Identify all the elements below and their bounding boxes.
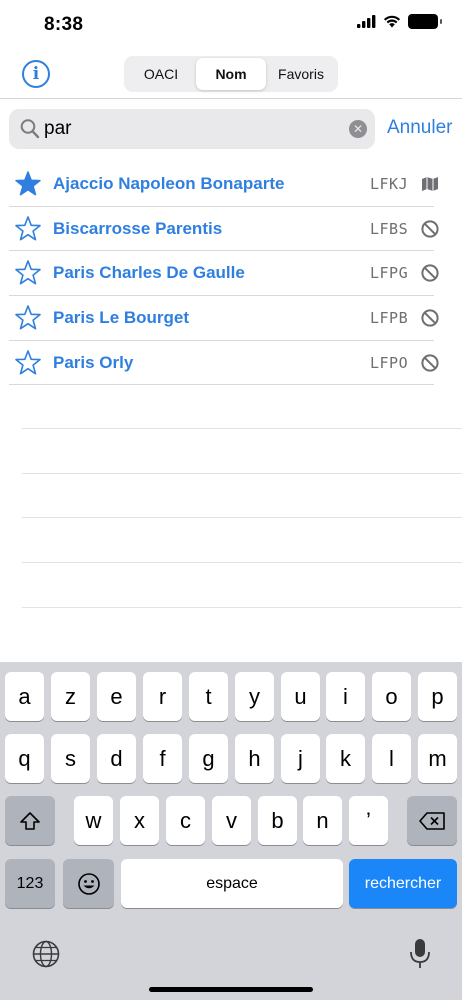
- airport-row[interactable]: Paris Charles De Gaulle LFPG: [0, 251, 462, 297]
- key-f[interactable]: f: [143, 734, 182, 783]
- key-apostrophe[interactable]: ’: [349, 796, 388, 845]
- globe-icon[interactable]: [31, 939, 61, 969]
- key-o[interactable]: o: [372, 672, 411, 721]
- search-field[interactable]: ✕: [9, 109, 375, 149]
- status-bar: 8:38: [0, 0, 462, 50]
- airport-row[interactable]: Paris Orly LFPO: [0, 341, 462, 386]
- empty-list-area: [22, 428, 462, 651]
- favorite-star-outline-icon[interactable]: [14, 349, 42, 377]
- shift-icon: [20, 811, 40, 830]
- search-bar: ✕ Annuler: [0, 109, 462, 151]
- key-e[interactable]: e: [97, 672, 136, 721]
- search-return-key[interactable]: rechercher: [349, 859, 457, 908]
- numbers-key[interactable]: 123: [5, 859, 55, 908]
- key-j[interactable]: j: [281, 734, 320, 783]
- prohibited-icon: [421, 264, 439, 282]
- key-x[interactable]: x: [120, 796, 159, 845]
- search-mode-segmented-control: OACI Nom Favoris: [124, 56, 338, 92]
- airport-row[interactable]: Paris Le Bourget LFPB: [0, 296, 462, 341]
- airport-name: Paris Orly: [53, 352, 134, 372]
- shift-key[interactable]: [5, 796, 55, 845]
- backspace-icon: [419, 811, 445, 830]
- nav-header: i OACI Nom Favoris: [0, 50, 462, 100]
- clear-search-icon[interactable]: ✕: [349, 120, 367, 138]
- key-q[interactable]: q: [5, 734, 44, 783]
- header-divider: [0, 98, 462, 99]
- row-divider: [9, 384, 434, 386]
- prohibited-icon: [421, 354, 439, 372]
- key-b[interactable]: b: [258, 796, 297, 845]
- key-i[interactable]: i: [326, 672, 365, 721]
- empty-row-separator: [22, 517, 462, 562]
- key-m[interactable]: m: [418, 734, 457, 783]
- favorite-star-filled-icon[interactable]: [14, 170, 42, 198]
- airport-code: LFPB: [370, 309, 409, 328]
- map-icon: [422, 177, 438, 191]
- airport-code: LFBS: [370, 219, 409, 238]
- favorite-star-outline-icon[interactable]: [14, 304, 42, 332]
- wifi-icon: [383, 15, 401, 28]
- key-d[interactable]: d: [97, 734, 136, 783]
- delete-key[interactable]: [407, 796, 457, 845]
- key-h[interactable]: h: [235, 734, 274, 783]
- key-v[interactable]: v: [212, 796, 251, 845]
- key-c[interactable]: c: [166, 796, 205, 845]
- cancel-button[interactable]: Annuler: [387, 117, 453, 139]
- prohibited-icon: [421, 220, 439, 238]
- cellular-signal-icon: [357, 15, 376, 28]
- home-indicator: [149, 987, 313, 992]
- empty-row-separator: [22, 428, 462, 473]
- status-time: 8:38: [44, 14, 84, 35]
- prohibited-icon: [421, 309, 439, 327]
- key-w[interactable]: w: [74, 796, 113, 845]
- keyboard-row-3: w x c v b n ’: [0, 796, 462, 846]
- airport-row[interactable]: Ajaccio Napoleon Bonaparte LFKJ: [0, 162, 462, 207]
- airport-row[interactable]: Biscarrosse Parentis LFBS: [0, 207, 462, 252]
- key-g[interactable]: g: [189, 734, 228, 783]
- key-y[interactable]: y: [235, 672, 274, 721]
- key-l[interactable]: l: [372, 734, 411, 783]
- segment-oaci[interactable]: OACI: [126, 58, 196, 90]
- key-s[interactable]: s: [51, 734, 90, 783]
- status-icons: [357, 14, 442, 29]
- key-k[interactable]: k: [326, 734, 365, 783]
- empty-row-separator: [22, 472, 462, 518]
- airport-code: LFKJ: [370, 175, 409, 193]
- microphone-icon[interactable]: [408, 937, 432, 971]
- favorite-star-outline-icon[interactable]: [14, 259, 42, 287]
- airport-code: LFPO: [370, 353, 409, 372]
- key-z[interactable]: z: [51, 672, 90, 721]
- empty-row-separator: [22, 562, 462, 607]
- key-t[interactable]: t: [189, 672, 228, 721]
- key-a[interactable]: a: [5, 672, 44, 721]
- keyboard-row-2: q s d f g h j k l m: [0, 734, 462, 784]
- battery-icon: [408, 14, 442, 29]
- favorite-star-outline-icon[interactable]: [14, 215, 42, 243]
- airport-name: Paris Le Bourget: [53, 308, 190, 328]
- info-icon[interactable]: i: [22, 60, 50, 88]
- key-u[interactable]: u: [281, 672, 320, 721]
- airport-name: Biscarrosse Parentis: [53, 218, 223, 238]
- segment-favoris[interactable]: Favoris: [266, 58, 336, 90]
- empty-row-separator: [22, 606, 462, 652]
- airport-results-list: Ajaccio Napoleon Bonaparte LFKJ Biscarro…: [0, 162, 462, 386]
- segment-nom[interactable]: Nom: [196, 58, 266, 90]
- airport-name: Ajaccio Napoleon Bonaparte: [53, 174, 285, 193]
- space-key[interactable]: espace: [121, 859, 343, 908]
- search-input[interactable]: [44, 116, 344, 142]
- key-p[interactable]: p: [418, 672, 457, 721]
- airport-name: Paris Charles De Gaulle: [53, 263, 245, 283]
- keyboard-row-4: 123 espace rechercher: [0, 859, 462, 909]
- search-icon: [20, 119, 40, 139]
- keyboard-row-1: a z e r t y u i o p: [0, 672, 462, 722]
- emoji-icon: [77, 872, 100, 895]
- key-r[interactable]: r: [143, 672, 182, 721]
- emoji-key[interactable]: [63, 859, 114, 908]
- key-n[interactable]: n: [303, 796, 342, 845]
- airport-code: LFPG: [370, 264, 409, 283]
- keyboard: a z e r t y u i o p q s d f g h j k l m …: [0, 662, 462, 1000]
